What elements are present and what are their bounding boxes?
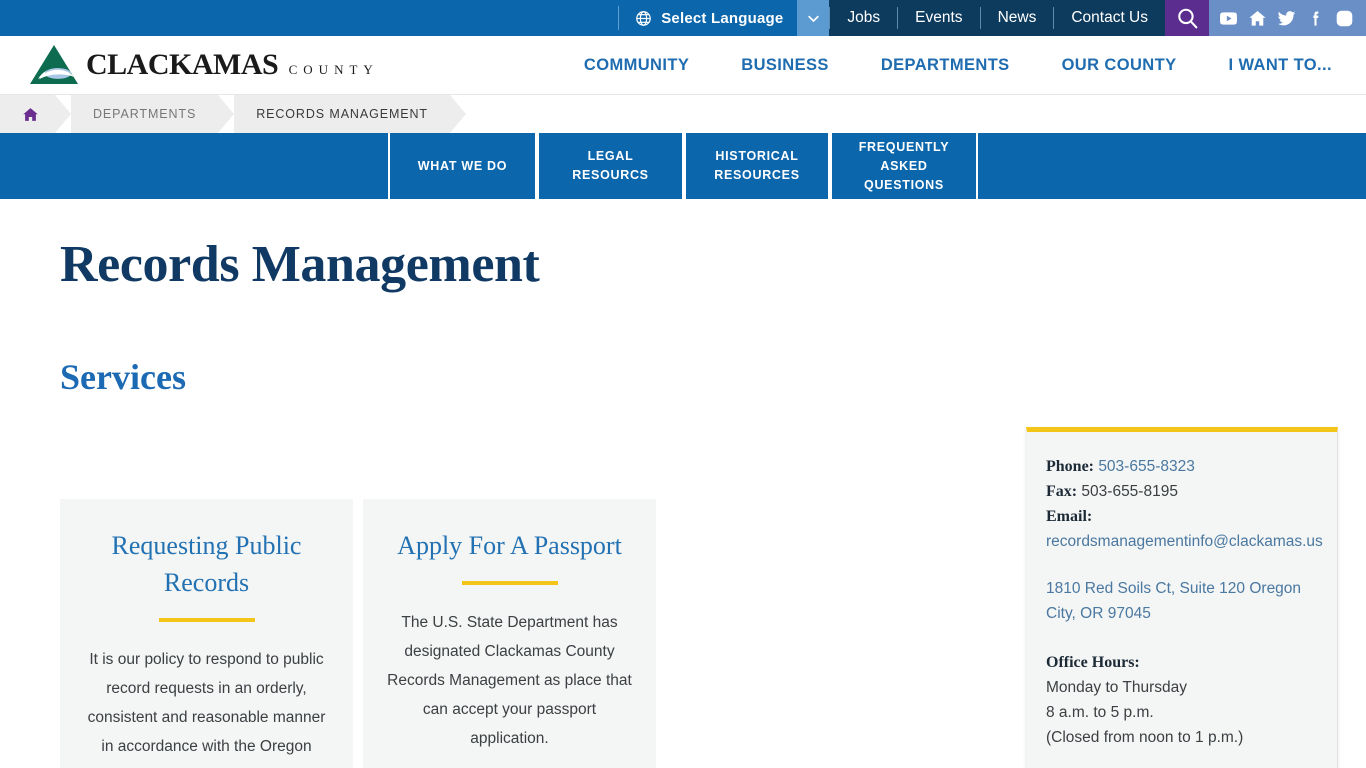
- top-utility-bar: Select Language Jobs Events News Contact…: [0, 0, 1366, 36]
- phone-label: Phone:: [1046, 458, 1094, 475]
- main-content: Records Management Services Requesting P…: [28, 199, 988, 768]
- email-label: Email:: [1046, 508, 1093, 525]
- service-card-title: Requesting Public Records: [111, 531, 302, 597]
- breadcrumb: DEPARTMENTS RECORDS MANAGEMENT: [0, 95, 1366, 133]
- utility-links: Jobs Events News Contact Us: [829, 0, 1165, 36]
- service-card-text: The U.S. State Department has designated…: [387, 614, 632, 747]
- language-selector[interactable]: Select Language: [618, 0, 830, 36]
- service-card[interactable]: Requesting Public Records It is our poli…: [60, 499, 353, 768]
- office-hours-block: Office Hours: Monday to Thursday 8 a.m. …: [1046, 650, 1318, 750]
- utility-link-jobs[interactable]: Jobs: [830, 0, 897, 36]
- logo-name: CLACKAMAS: [86, 48, 279, 81]
- nav-item-our-county[interactable]: OUR COUNTY: [1036, 56, 1203, 75]
- site-logo[interactable]: CLACKAMAS COUNTY: [0, 43, 379, 87]
- site-header: CLACKAMAS COUNTY COMMUNITY BUSINESS DEPA…: [0, 36, 1366, 95]
- nav-item-i-want-to[interactable]: I WANT TO...: [1203, 56, 1359, 75]
- service-card-text: It is our policy to respond to public re…: [87, 651, 326, 768]
- email-row: Email: recordsmanagementinfo@clackamas.u…: [1046, 504, 1323, 554]
- office-hours-line: 8 a.m. to 5 p.m.: [1046, 704, 1154, 721]
- nav-item-community[interactable]: COMMUNITY: [558, 56, 715, 75]
- search-button[interactable]: [1165, 0, 1209, 36]
- services-heading: Services: [60, 357, 186, 397]
- breadcrumb-item-departments[interactable]: DEPARTMENTS: [71, 95, 238, 133]
- section-nav-spacer-right: [978, 133, 1366, 199]
- instagram-icon[interactable]: [1331, 5, 1357, 31]
- fax-value: 503-655-8195: [1081, 483, 1178, 500]
- utility-link-events[interactable]: Events: [898, 0, 979, 36]
- section-nav-faq[interactable]: FREQUENTLY ASKED QUESTIONS: [830, 133, 978, 199]
- office-hours-line: Monday to Thursday: [1046, 679, 1188, 696]
- main-navigation: COMMUNITY BUSINESS DEPARTMENTS OUR COUNT…: [558, 56, 1366, 75]
- phone-value[interactable]: 503-655-8323: [1098, 458, 1195, 475]
- globe-icon: [635, 10, 652, 27]
- select-language-button[interactable]: Select Language: [619, 0, 797, 36]
- fax-row: Fax: 503-655-8195: [1046, 479, 1318, 504]
- nav-item-departments[interactable]: DEPARTMENTS: [855, 56, 1036, 75]
- office-hours-line: (Closed from noon to 1 p.m.): [1046, 729, 1244, 746]
- logo-subname: COUNTY: [288, 62, 379, 77]
- service-card[interactable]: Apply For A Passport The U.S. State Depa…: [363, 499, 656, 768]
- language-dropdown-toggle[interactable]: [797, 0, 830, 36]
- chevron-down-icon: [806, 11, 821, 26]
- service-card-list: Requesting Public Records It is our poli…: [60, 499, 988, 768]
- home-icon: [22, 106, 39, 123]
- contact-info-panel: Phone: 503-655-8323 Fax: 503-655-8195 Em…: [1026, 427, 1338, 768]
- nav-item-business[interactable]: BUSINESS: [715, 56, 855, 75]
- divider: [461, 581, 558, 585]
- section-nav-what-we-do[interactable]: WHAT WE DO: [388, 133, 537, 199]
- facebook-icon[interactable]: [1302, 5, 1328, 31]
- address[interactable]: 1810 Red Soils Ct, Suite 120 Oregon City…: [1046, 576, 1318, 626]
- social-links: [1209, 0, 1366, 36]
- section-nav-spacer-left: [0, 133, 388, 199]
- email-value[interactable]: recordsmanagementinfo@clackamas.us: [1046, 533, 1323, 550]
- breadcrumb-item-home[interactable]: [0, 95, 74, 133]
- utility-link-news[interactable]: News: [981, 0, 1054, 36]
- service-card-title: Apply For A Passport: [397, 531, 622, 560]
- clackamas-county-logo-icon: [28, 43, 80, 87]
- page-body: Records Management Services Requesting P…: [0, 199, 1366, 768]
- fax-label: Fax:: [1046, 483, 1078, 500]
- section-nav-historical-resources[interactable]: HISTORICAL RESOURCES: [684, 133, 830, 199]
- nextdoor-icon[interactable]: [1244, 5, 1270, 31]
- youtube-icon[interactable]: [1215, 5, 1241, 31]
- section-nav-legal-resources[interactable]: LEGAL RESOURCS: [537, 133, 684, 199]
- twitter-icon[interactable]: [1273, 5, 1299, 31]
- logo-wordmark: CLACKAMAS COUNTY: [86, 50, 379, 80]
- section-navigation: WHAT WE DO LEGAL RESOURCS HISTORICAL RES…: [0, 133, 1366, 199]
- phone-row: Phone: 503-655-8323: [1046, 454, 1318, 479]
- office-hours-label: Office Hours:: [1046, 654, 1140, 671]
- utility-link-contact-us[interactable]: Contact Us: [1054, 0, 1165, 36]
- page-title: Records Management: [60, 236, 540, 293]
- search-icon: [1175, 6, 1200, 31]
- divider: [158, 618, 255, 622]
- breadcrumb-item-records-management: RECORDS MANAGEMENT: [234, 95, 469, 133]
- select-language-label: Select Language: [661, 9, 784, 27]
